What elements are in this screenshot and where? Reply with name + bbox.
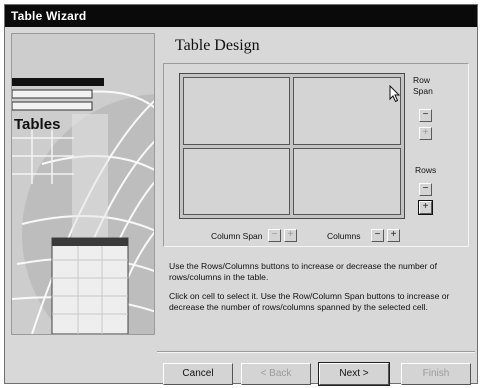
columns-increase-button[interactable]: + xyxy=(387,229,400,242)
rows-increase-button[interactable]: + xyxy=(418,200,433,215)
next-button[interactable]: Next > xyxy=(318,362,390,386)
window-title: Table Wizard xyxy=(5,5,477,27)
rows-label: Rows xyxy=(415,165,437,175)
column-span-decrease-button[interactable]: − xyxy=(268,229,281,242)
table-cell-r2c2[interactable] xyxy=(293,148,401,215)
row-span-decrease-button[interactable]: − xyxy=(419,109,432,122)
row-span-increase-button[interactable]: + xyxy=(419,127,432,140)
rows-decrease-button[interactable]: − xyxy=(419,183,432,196)
wizard-illustration: Tables xyxy=(11,33,155,335)
table-cell-r1c1[interactable] xyxy=(183,77,290,145)
columns-label: Columns xyxy=(327,231,361,241)
table-wizard-window: Table Wizard Tables Table Design Row Spa… xyxy=(4,4,478,386)
columns-decrease-button[interactable]: − xyxy=(371,229,384,242)
page-title: Table Design xyxy=(175,37,260,54)
arrow-cursor-icon xyxy=(389,85,401,103)
illustration-caption: Tables xyxy=(14,116,61,133)
column-span-increase-button[interactable]: + xyxy=(284,229,297,242)
table-cell-r1c2[interactable] xyxy=(293,77,401,145)
cancel-button[interactable]: Cancel xyxy=(163,363,233,385)
column-span-label: Column Span xyxy=(211,231,263,241)
finish-button[interactable]: Finish xyxy=(401,363,471,385)
help-text-rows-columns: Use the Rows/Columns buttons to increase… xyxy=(169,261,437,282)
table-grid-preview xyxy=(179,73,405,219)
table-cell-r2c1[interactable] xyxy=(183,148,290,215)
row-span-label: Row Span xyxy=(413,75,433,96)
tables-illustration-graphic xyxy=(12,34,154,334)
help-text-span: Click on cell to select it. Use the Row/… xyxy=(169,291,450,312)
back-button[interactable]: < Back xyxy=(241,363,311,385)
button-separator xyxy=(157,351,475,353)
